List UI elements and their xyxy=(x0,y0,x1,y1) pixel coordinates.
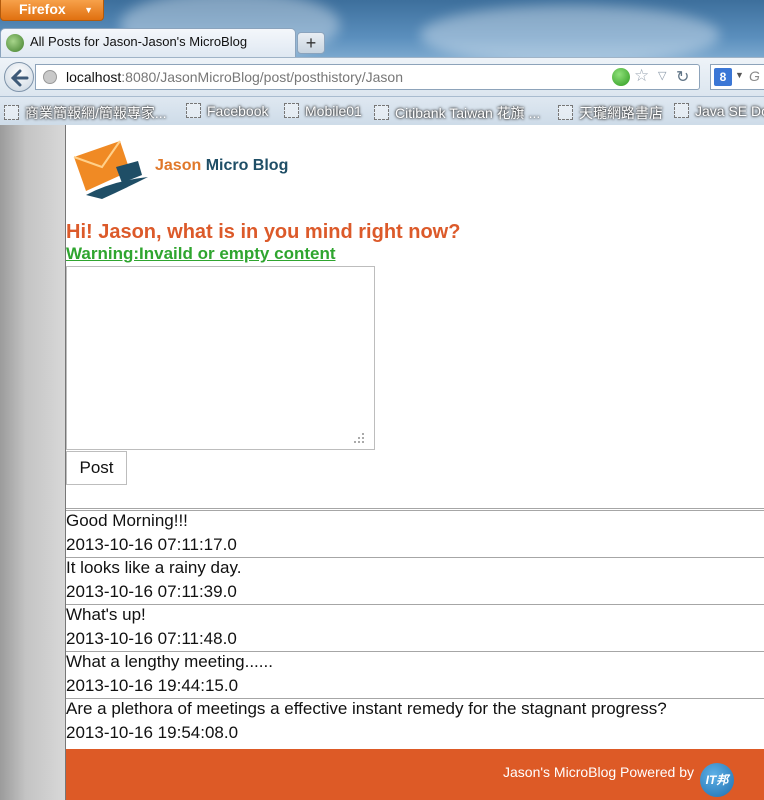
back-arrow-icon xyxy=(11,69,29,87)
post-item: What a lengthy meeting...... 2013-10-16 … xyxy=(66,652,764,699)
page-icon xyxy=(186,103,201,118)
chevron-down-icon[interactable]: ▼ xyxy=(735,70,744,80)
navigation-bar: localhost:8080/JasonMicroBlog/post/posth… xyxy=(0,57,764,96)
post-item: It looks like a rainy day. 2013-10-16 07… xyxy=(66,558,764,605)
bookmark-item[interactable]: 天瓏網路書店 xyxy=(558,103,663,123)
back-button[interactable] xyxy=(4,62,34,92)
page-icon xyxy=(674,103,689,118)
post-text: What a lengthy meeting...... xyxy=(66,652,273,671)
bookmark-item[interactable]: 商業簡報網/簡報專家... xyxy=(4,103,167,123)
post-button[interactable]: Post xyxy=(66,451,127,485)
bookmark-label: Java SE Do xyxy=(695,103,764,119)
bookmark-star-icon[interactable]: ☆ xyxy=(634,66,649,86)
brand-part1: Jason xyxy=(155,157,206,174)
chevron-down-icon: ▼ xyxy=(84,5,93,15)
post-text: Are a plethora of meetings a effective i… xyxy=(66,699,667,718)
post-item: Are a plethora of meetings a effective i… xyxy=(66,699,764,746)
post-text: It looks like a rainy day. xyxy=(66,558,242,577)
firefox-menu-label: Firefox xyxy=(19,1,66,17)
url-host: localhost xyxy=(66,69,122,85)
page-icon xyxy=(374,105,389,120)
bookmark-label: 天瓏網路書店 xyxy=(579,105,663,121)
post-text: Good Morning!!! xyxy=(66,511,188,530)
post-item: Good Morning!!! 2013-10-16 07:11:17.0 xyxy=(66,511,764,558)
search-hint: G xyxy=(749,68,760,84)
page-content: Jason Micro Blog Hi! Jason, what is in y… xyxy=(65,125,764,800)
tab-title: All Posts for Jason-Jason's MicroBlog xyxy=(30,34,248,49)
reload-icon[interactable]: ↻ xyxy=(676,67,689,87)
bookmarks-toolbar: 商業簡報網/簡報專家... Facebook Mobile01 Citibank… xyxy=(0,96,764,125)
search-box[interactable]: 8 ▼ G xyxy=(710,64,764,90)
ithome-badge-icon: IT邦 xyxy=(700,763,734,797)
go-icon[interactable] xyxy=(612,68,630,86)
page-heading: Hi! Jason, what is in you mind right now… xyxy=(66,221,461,243)
url-text: localhost:8080/JasonMicroBlog/post/posth… xyxy=(66,69,403,85)
bookmark-item[interactable]: Citibank Taiwan 花旗 ... xyxy=(374,103,540,123)
post-timestamp: 2013-10-16 07:11:39.0 xyxy=(66,582,237,601)
post-text: What's up! xyxy=(66,605,146,624)
history-dropdown-icon[interactable]: ▽ xyxy=(658,69,666,82)
post-timestamp: 2013-10-16 19:44:15.0 xyxy=(66,676,239,695)
browser-chrome: Firefox ▼ All Posts for Jason-Jason's Mi… xyxy=(0,0,764,125)
bookmark-item[interactable]: Mobile01 xyxy=(284,103,362,119)
bookmark-label: Facebook xyxy=(207,103,269,119)
resize-grip-icon[interactable] xyxy=(352,431,366,445)
browser-tab[interactable]: All Posts for Jason-Jason's MicroBlog xyxy=(0,28,296,57)
page-icon xyxy=(4,105,19,120)
brand-part2: Micro Blog xyxy=(205,157,289,174)
post-list: Good Morning!!! 2013-10-16 07:11:17.0 It… xyxy=(66,511,764,746)
address-bar[interactable]: localhost:8080/JasonMicroBlog/post/posth… xyxy=(35,64,700,90)
post-timestamp: 2013-10-16 07:11:48.0 xyxy=(66,629,237,648)
envelope-logo-icon xyxy=(73,140,148,199)
left-gutter xyxy=(0,125,65,800)
post-textarea[interactable] xyxy=(66,266,375,450)
bookmark-item[interactable]: Java SE Do xyxy=(674,103,764,119)
url-path: :8080/JasonMicroBlog/post/posthistory/Ja… xyxy=(121,69,403,85)
page-icon xyxy=(558,105,573,120)
post-item: What's up! 2013-10-16 07:11:48.0 xyxy=(66,605,764,652)
bookmark-item[interactable]: Facebook xyxy=(186,103,268,119)
globe-icon xyxy=(43,70,57,84)
warning-message: Warning:Invaild or empty content xyxy=(66,244,336,263)
brand-name: Jason Micro Blog xyxy=(155,157,288,175)
post-timestamp: 2013-10-16 19:54:08.0 xyxy=(66,723,239,742)
page-icon xyxy=(284,103,299,118)
new-tab-button[interactable]: + xyxy=(297,32,325,54)
search-engine-icon[interactable]: 8 xyxy=(714,68,732,86)
favicon-icon xyxy=(6,34,24,52)
bookmark-label: 商業簡報網/簡報專家... xyxy=(25,105,167,121)
bookmark-label: Mobile01 xyxy=(305,103,362,119)
footer-text: Jason's MicroBlog Powered by xyxy=(503,764,694,780)
sky-cloud xyxy=(420,5,720,65)
bookmark-label: Citibank Taiwan 花旗 ... xyxy=(395,105,541,121)
post-timestamp: 2013-10-16 07:11:17.0 xyxy=(66,535,237,554)
footer: Jason's MicroBlog Powered by IT邦 xyxy=(66,749,764,800)
firefox-menu-button[interactable]: Firefox ▼ xyxy=(0,0,104,21)
